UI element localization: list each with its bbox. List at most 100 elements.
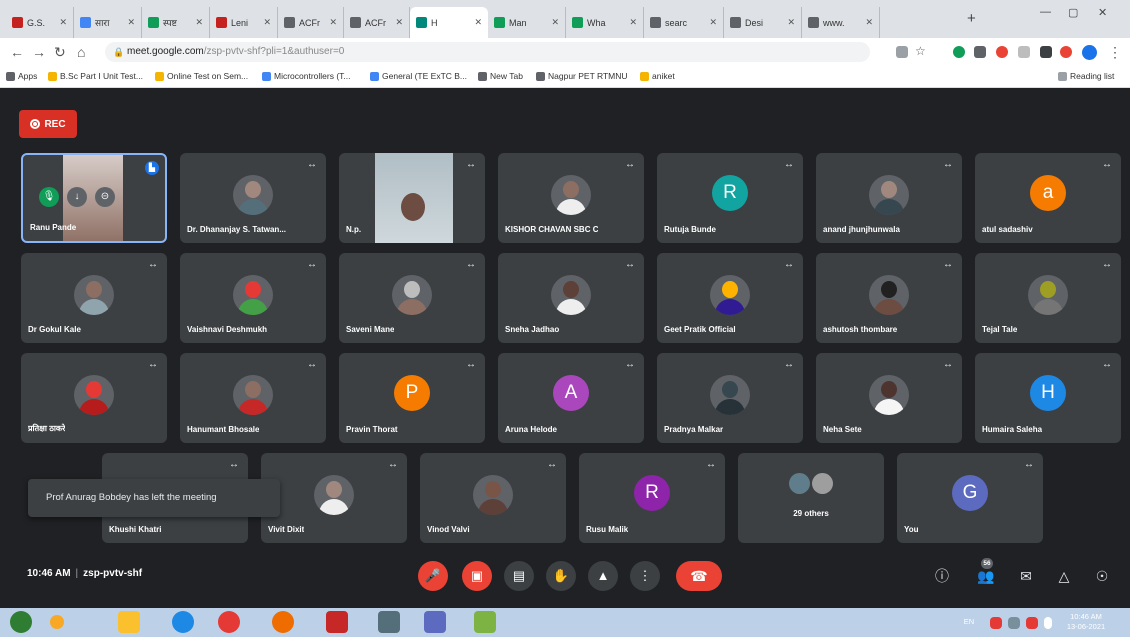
bookmark-item[interactable]: aniket bbox=[640, 71, 675, 81]
raise-hand-button[interactable]: ✋ bbox=[546, 561, 576, 591]
extension-icon[interactable] bbox=[996, 46, 1008, 58]
participant-tile[interactable]: 🎙 ↓ ⊝ ▙ Ranu Pande bbox=[21, 153, 167, 243]
reload-icon[interactable]: ↻ bbox=[54, 44, 66, 61]
people-icon[interactable]: 👥 56 bbox=[974, 558, 998, 588]
participant-tile[interactable]: ↔ Tejal Tale bbox=[975, 253, 1121, 343]
participant-tile[interactable]: R ↔ Rusu Malik bbox=[579, 453, 725, 543]
tab-close-icon[interactable]: ✕ bbox=[59, 17, 67, 28]
tab-close-icon[interactable]: ✕ bbox=[709, 17, 717, 28]
bookmark-item[interactable]: New Tab bbox=[478, 71, 523, 81]
start-button-icon[interactable] bbox=[10, 611, 32, 633]
media-icon[interactable] bbox=[1060, 46, 1072, 58]
participant-tile[interactable]: 29 others bbox=[738, 453, 884, 543]
tray-icon[interactable] bbox=[990, 617, 1002, 629]
participant-tile[interactable]: ↔ Vaishnavi Deshmukh bbox=[180, 253, 326, 343]
participant-tile[interactable]: G ↔ You bbox=[897, 453, 1043, 543]
extension-icon[interactable] bbox=[896, 46, 908, 58]
mic-toggle-button[interactable]: 🎤 bbox=[418, 561, 448, 591]
participant-tile[interactable]: a ↔ atul sadashiv bbox=[975, 153, 1121, 243]
close-window-icon[interactable]: ✕ bbox=[1098, 6, 1107, 19]
extension-icon[interactable] bbox=[974, 46, 986, 58]
extension-icon[interactable] bbox=[953, 46, 965, 58]
browser-tab[interactable]: Desi ✕ bbox=[724, 7, 802, 38]
participant-tile[interactable]: ↔ Vivit Dixit bbox=[261, 453, 407, 543]
participant-tile[interactable]: ↔ Saveni Mane bbox=[339, 253, 485, 343]
participant-tile[interactable]: ↔ N.p. bbox=[339, 153, 485, 243]
home-icon[interactable]: ⌂ bbox=[77, 44, 85, 60]
more-options-button[interactable]: ⋮ bbox=[630, 561, 660, 591]
host-controls-icon[interactable]: ☉ bbox=[1090, 564, 1114, 588]
tab-close-icon[interactable]: ✕ bbox=[127, 17, 135, 28]
activities-icon[interactable]: △ bbox=[1052, 564, 1076, 588]
minimize-icon[interactable]: — bbox=[1040, 6, 1051, 18]
tab-close-icon[interactable]: ✕ bbox=[395, 17, 403, 28]
address-bar[interactable]: 🔒 meet.google.com/zsp-pvtv-shf?pli=1&aut… bbox=[105, 42, 870, 62]
participant-tile[interactable]: ↔ ashutosh thombare bbox=[816, 253, 962, 343]
pdf-reader-icon[interactable] bbox=[326, 611, 348, 633]
tab-close-icon[interactable]: ✕ bbox=[787, 17, 795, 28]
participant-tile[interactable]: ↔ KISHOR CHAVAN SBC C bbox=[498, 153, 644, 243]
chrome-icon[interactable] bbox=[218, 611, 240, 633]
browser-tab[interactable]: H ✕ bbox=[410, 7, 488, 38]
tab-close-icon[interactable]: ✕ bbox=[329, 17, 337, 28]
bookmark-item[interactable]: General (TE ExTC B... bbox=[370, 71, 467, 81]
reading-list[interactable]: Reading list bbox=[1058, 71, 1114, 81]
browser-tab[interactable]: Leni ✕ bbox=[210, 7, 278, 38]
bookmark-star-icon[interactable]: ☆ bbox=[915, 44, 926, 58]
tab-close-icon[interactable]: ✕ bbox=[195, 17, 203, 28]
participant-tile[interactable]: H ↔ Humaira Saleha bbox=[975, 353, 1121, 443]
back-icon[interactable]: ← bbox=[10, 44, 24, 60]
browser-tab[interactable]: www. ✕ bbox=[802, 7, 880, 38]
volume-icon[interactable] bbox=[1044, 617, 1052, 629]
tray-icon[interactable] bbox=[1026, 617, 1038, 629]
participant-tile[interactable]: R ↔ Rutuja Bunde bbox=[657, 153, 803, 243]
participant-tile[interactable]: ↔ Dr Gokul Kale bbox=[21, 253, 167, 343]
browser-tab[interactable]: स्पष्ट ✕ bbox=[142, 7, 210, 38]
camera-toggle-button[interactable]: ▣ bbox=[462, 561, 492, 591]
browser-tab[interactable]: Man ✕ bbox=[488, 7, 566, 38]
self-mic-icon[interactable]: 🎙 bbox=[39, 187, 59, 207]
internet-explorer-icon[interactable] bbox=[172, 611, 194, 633]
leave-call-button[interactable]: ☎ bbox=[676, 561, 722, 591]
participant-tile[interactable]: ↔ Sneha Jadhao bbox=[498, 253, 644, 343]
menu-kebab-icon[interactable]: ⋮ bbox=[1108, 44, 1122, 61]
tray-icon[interactable] bbox=[1008, 617, 1020, 629]
self-more-icon[interactable]: ⊝ bbox=[95, 187, 115, 207]
tab-close-icon[interactable]: ✕ bbox=[551, 17, 559, 28]
bookmark-item[interactable]: B.Sc Part I Unit Test... bbox=[48, 71, 143, 81]
excel-icon[interactable] bbox=[474, 611, 496, 633]
bookmark-item[interactable]: Nagpur PET RTMNU bbox=[536, 71, 628, 81]
browser-tab[interactable]: searc ✕ bbox=[644, 7, 724, 38]
tab-close-icon[interactable]: ✕ bbox=[865, 17, 873, 28]
tab-close-icon[interactable]: ✕ bbox=[474, 17, 482, 28]
participant-tile[interactable]: ↔ Hanumant Bhosale bbox=[180, 353, 326, 443]
app-icon[interactable] bbox=[424, 611, 446, 633]
self-pin-icon[interactable]: ↓ bbox=[67, 187, 87, 207]
firefox-icon[interactable] bbox=[272, 611, 294, 633]
browser-tab[interactable]: G.S. ✕ bbox=[6, 7, 74, 38]
browser-tab[interactable]: Wha ✕ bbox=[566, 7, 644, 38]
browser-tab[interactable]: सारा ✕ bbox=[74, 7, 142, 38]
present-screen-button[interactable]: ▲ bbox=[588, 561, 618, 591]
browser-tab[interactable]: ACFr ✕ bbox=[278, 7, 344, 38]
participant-tile[interactable]: A ↔ Aruna Helode bbox=[498, 353, 644, 443]
tray-language[interactable]: EN bbox=[960, 617, 978, 627]
bookmark-item[interactable]: Apps bbox=[6, 71, 37, 81]
app-icon[interactable] bbox=[378, 611, 400, 633]
forward-icon[interactable]: → bbox=[32, 44, 46, 60]
participant-tile[interactable]: P ↔ Pravin Thorat bbox=[339, 353, 485, 443]
extensions-puzzle-icon[interactable] bbox=[1040, 46, 1052, 58]
participant-tile[interactable]: ↔ Dr. Dhananjay S. Tatwan... bbox=[180, 153, 326, 243]
participant-tile[interactable]: ↔ Pradnya Malkar bbox=[657, 353, 803, 443]
bookmark-item[interactable]: Microcontrollers (T... bbox=[262, 71, 351, 81]
participant-tile[interactable]: ↔ Vinod Valvi bbox=[420, 453, 566, 543]
chat-icon[interactable]: ✉ bbox=[1014, 564, 1038, 588]
participant-tile[interactable]: ↔ प्रतिक्षा ठाकरे bbox=[21, 353, 167, 443]
browser-tab[interactable]: ACFr ✕ bbox=[344, 7, 410, 38]
new-tab-button[interactable]: + bbox=[967, 10, 976, 27]
tab-close-icon[interactable]: ✕ bbox=[263, 17, 271, 28]
bookmark-item[interactable]: Online Test on Sem... bbox=[155, 71, 248, 81]
participant-tile[interactable]: ↔ Neha Sete bbox=[816, 353, 962, 443]
participant-tile[interactable]: ↔ anand jhunjhunwala bbox=[816, 153, 962, 243]
extension-icon[interactable] bbox=[1018, 46, 1030, 58]
